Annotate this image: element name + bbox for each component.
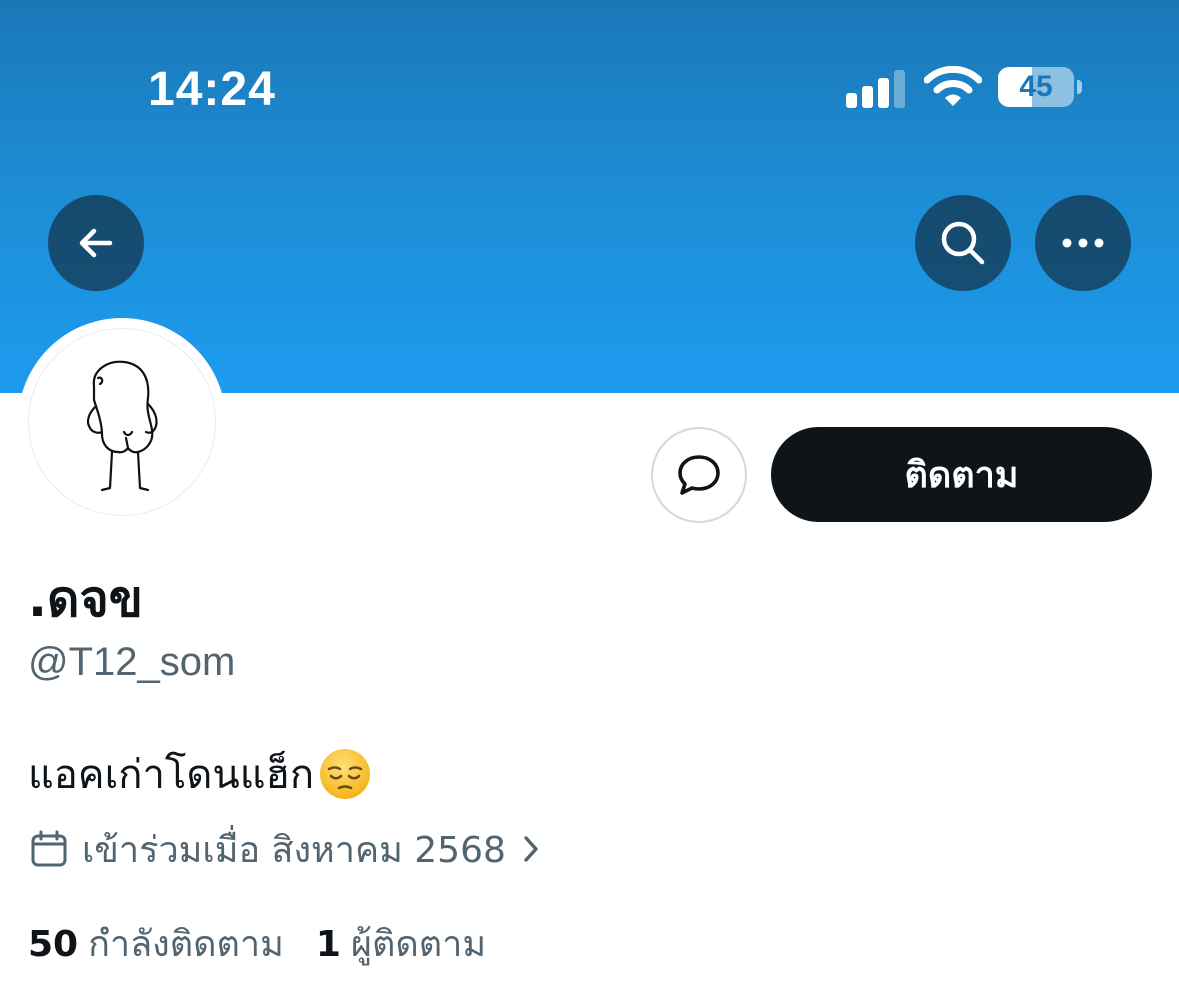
message-bubble-icon [678,455,720,495]
message-button[interactable] [651,427,747,523]
search-icon [941,221,985,265]
chevron-right-icon [522,834,540,864]
pensive-face-emoji [320,749,371,799]
more-button[interactable] [1035,195,1131,291]
join-date[interactable]: เข้าร่วมเมื่อ สิงหาคม 2568 [30,825,540,873]
calendar-icon [30,829,68,869]
status-time: 14:24 [148,63,276,116]
bio-text: แอคเก่าโดนแฮ็ก [28,752,315,798]
doodle-figure-illustration [86,360,158,492]
battery-level: 45 [1019,70,1053,103]
follow-button[interactable]: ติดตาม [771,427,1152,522]
wifi-icon [924,66,982,106]
followers-count[interactable]: 1 [316,924,341,965]
follow-counts: 50 กำลังติดตาม 1 ผู้ติดตาม [28,915,486,972]
more-horizontal-icon [1062,238,1104,248]
avatar-image [28,328,216,516]
search-button[interactable] [915,195,1011,291]
user-handle: @T12_som [28,640,236,684]
join-date-text: เข้าร่วมเมื่อ สิงหาคม 2568 [82,829,506,871]
profile-bio: แอคเก่าโดนแฮ็ก [28,742,372,806]
cellular-signal-icon [846,68,906,108]
battery-nub [1077,80,1082,94]
followers-label[interactable]: ผู้ติดตาม [351,915,486,972]
profile-avatar[interactable] [18,318,226,526]
arrow-left-icon [79,228,113,258]
back-button[interactable] [48,195,144,291]
display-name: .ดจข [28,570,143,628]
following-label[interactable]: กำลังติดตาม [88,915,284,972]
battery-indicator: 45 [998,67,1074,107]
following-count[interactable]: 50 [28,924,78,965]
